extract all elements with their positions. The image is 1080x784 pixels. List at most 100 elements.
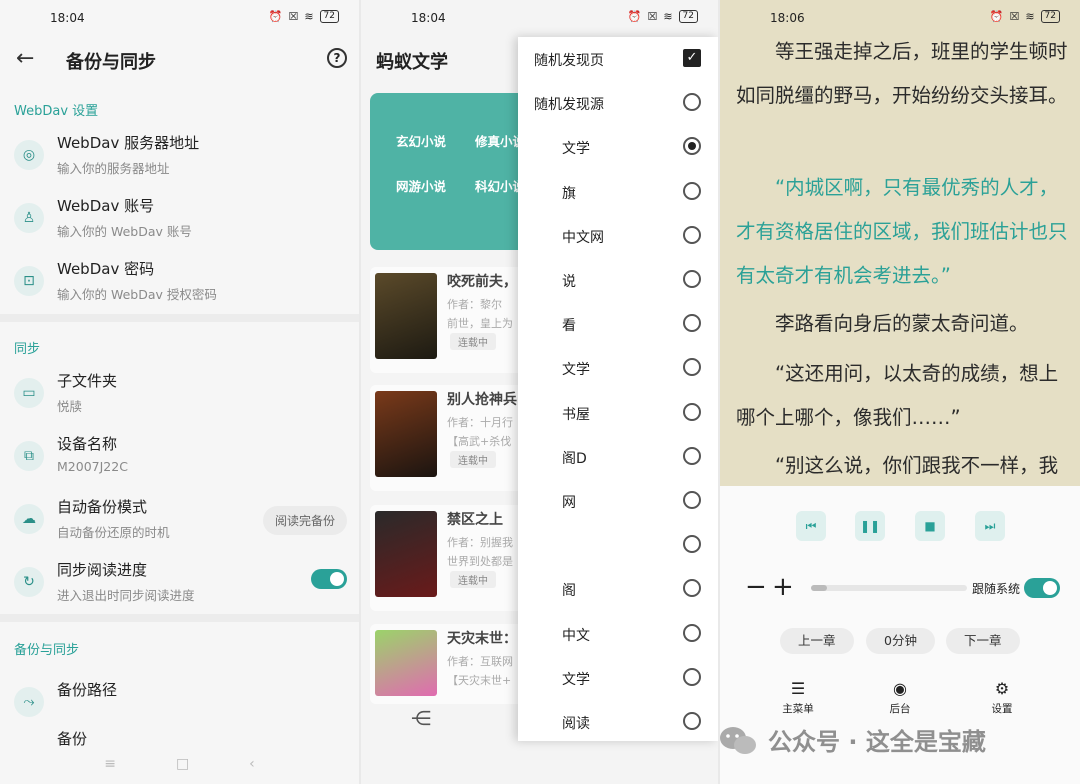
settings-button[interactable]: ⚙ 设置 — [972, 679, 1032, 716]
follow-system-label: 跟随系统 — [972, 582, 1021, 596]
book-item[interactable]: 别人抢神兵 作者：十月行 【高武+杀伐 连载中 — [370, 385, 530, 491]
auto-backup-mode-button[interactable]: 阅读完备份 — [262, 506, 347, 535]
radio-icon[interactable] — [683, 314, 701, 333]
section-backup-header: 备份与同步 — [14, 643, 80, 658]
reader-page[interactable]: 18:06 ⏰ ☒ ≋ 72 等王强走掉之后，班里的学生顿时如同脱缰的野马，开始… — [720, 0, 1080, 486]
menu-item-label: 阁 — [562, 583, 576, 600]
category-link[interactable]: 网游小说 — [396, 176, 446, 195]
pause-icon[interactable]: ❚❚ — [855, 511, 885, 541]
radio-icon[interactable] — [683, 491, 701, 509]
speed-slider[interactable] — [811, 585, 967, 591]
help-icon[interactable]: ? — [327, 48, 347, 68]
menu-item-label: 随机发现源 — [534, 97, 604, 114]
menu-item-label: 中文网 — [562, 229, 604, 246]
radio-icon[interactable] — [683, 667, 701, 686]
book-item[interactable]: 天灾末世： 作者：互联网 【天灾末世+ — [370, 624, 530, 704]
app-bar: ← 备份与同步 ? — [0, 40, 359, 80]
menu-item[interactable]: 看 — [518, 302, 718, 346]
menu-item[interactable]: 旗 — [518, 170, 718, 214]
row-subtitle: 自动备份还原的时机 — [57, 525, 170, 540]
menu-item[interactable]: 文学 — [518, 346, 718, 390]
sim-icon: ☒ — [647, 10, 658, 23]
row-subtitle: 输入你的 WebDav 授权密码 — [57, 287, 217, 302]
sim-icon: ☒ — [288, 10, 299, 23]
battery-icon: 72 — [678, 10, 698, 23]
menu-item[interactable]: 网 — [518, 479, 718, 523]
row-subtitle: 悦牍 — [57, 399, 83, 414]
stop-icon[interactable]: ■ — [915, 511, 945, 541]
menu-item[interactable]: 阁D — [518, 435, 718, 479]
watermark-text: 公众号 · 这全是宝藏 — [768, 728, 986, 756]
back-arrow-icon[interactable]: ← — [16, 46, 34, 71]
wifi-icon: ≋ — [304, 10, 314, 23]
menu-item[interactable]: 文学 — [518, 125, 718, 169]
device-name-row[interactable]: ⧉ 设备名称 M2007J22C — [0, 429, 359, 489]
menu-item[interactable]: 阅读 — [518, 700, 718, 744]
checkbox-icon[interactable]: ✓ — [683, 49, 701, 67]
radio-icon[interactable] — [683, 535, 701, 554]
book-item[interactable]: 禁区之上 作者：别握我 世界到处都是 连载中 — [370, 505, 530, 611]
menu-item[interactable]: 随机发现源 — [518, 81, 718, 125]
webdav-account-row[interactable]: ♙ WebDav 账号 输入你的 WebDav 账号 — [0, 191, 359, 251]
menu-item[interactable] — [518, 523, 718, 567]
row-subtitle: M2007J22C — [57, 459, 128, 474]
menu-item[interactable]: 阁 — [518, 567, 718, 611]
radio-icon[interactable] — [683, 712, 701, 730]
main-menu-button[interactable]: ☰ 主菜单 — [768, 679, 828, 716]
user-icon: ♙ — [14, 203, 44, 233]
radio-icon[interactable] — [683, 137, 701, 156]
previous-icon[interactable]: ⏮ — [796, 511, 826, 541]
home-nav-icon[interactable]: □ — [176, 756, 189, 772]
auto-backup-row[interactable]: ☁ 自动备份模式 自动备份还原的时机 阅读完备份 — [0, 492, 359, 552]
paragraph: “这还用问，以太奇的成绩，想上哪个上哪个，像我们……” — [736, 362, 1059, 429]
timer-button[interactable]: 0分钟 — [866, 628, 935, 654]
radio-icon[interactable] — [683, 446, 701, 465]
back-nav-icon[interactable]: ‹ — [249, 756, 255, 772]
status-time: 18:06 — [770, 11, 805, 25]
menu-item[interactable]: 书屋 — [518, 391, 718, 435]
source-switch-icon[interactable]: ⋲ — [411, 706, 431, 730]
book-item[interactable]: 咬死前夫， 作者：黎尔 前世，皇上为 连载中 — [370, 267, 530, 373]
row-title: 自动备份模式 — [57, 498, 148, 516]
next-icon[interactable]: ⏭ — [975, 511, 1005, 541]
menu-item[interactable]: 中文 — [518, 612, 718, 656]
row-subtitle: 输入你的服务器地址 — [57, 161, 170, 176]
paragraph: 李路看向身后的蒙太奇问道。 — [775, 312, 1029, 335]
next-chapter-button[interactable]: 下一章 — [946, 628, 1020, 654]
follow-system-toggle[interactable] — [1024, 578, 1060, 598]
menu-item[interactable]: 文学 — [518, 656, 718, 700]
radio-icon[interactable] — [683, 358, 701, 377]
menu-item[interactable]: 随机发现页 ✓ — [518, 37, 718, 81]
webdav-server-row[interactable]: ◎ WebDav 服务器地址 输入你的服务器地址 — [0, 128, 359, 188]
sync-progress-toggle[interactable] — [311, 569, 347, 589]
radio-icon[interactable] — [683, 402, 701, 421]
menu-item-label: 随机发现页 — [534, 53, 604, 69]
webdav-password-row[interactable]: ⊡ WebDav 密码 输入你的 WebDav 授权密码 — [0, 254, 359, 314]
sync-progress-row[interactable]: ↻ 同步阅读进度 进入退出时同步阅读进度 — [0, 555, 359, 615]
plus-icon[interactable]: + — [772, 572, 794, 602]
category-link[interactable]: 玄幻小说 — [396, 131, 446, 150]
radio-icon[interactable] — [683, 623, 701, 642]
background-button[interactable]: ◉ 后台 — [870, 679, 930, 716]
status-badge: 连载中 — [450, 571, 496, 588]
menu-nav-icon[interactable]: ≡ — [104, 756, 116, 772]
status-badge: 连载中 — [450, 451, 496, 468]
app-title: 蚂蚁文学 — [376, 52, 448, 73]
radio-icon[interactable] — [683, 181, 701, 200]
menu-item-label: 书屋 — [562, 406, 590, 423]
minus-icon[interactable]: − — [745, 572, 767, 602]
subfolder-row[interactable]: ▭ 子文件夹 悦牍 — [0, 366, 359, 426]
menu-item[interactable]: 说 — [518, 258, 718, 302]
section-sync-header: 同步 — [14, 342, 41, 357]
radio-icon[interactable] — [683, 579, 701, 598]
radio-icon[interactable] — [683, 225, 701, 244]
discover-screen: 18:04 ⏰ ☒ ≋ 72 蚂蚁文学 玄幻小说 修真小说 网游小说 科幻小说 … — [361, 0, 718, 784]
reader-screen: 18:06 ⏰ ☒ ≋ 72 等王强走掉之后，班里的学生顿时如同脱缰的野马，开始… — [720, 0, 1080, 784]
row-title: 同步阅读进度 — [57, 561, 148, 579]
prev-chapter-button[interactable]: 上一章 — [780, 628, 854, 654]
menu-item[interactable]: 中文网 — [518, 214, 718, 258]
radio-icon[interactable] — [683, 93, 701, 112]
alarm-off-icon: ⏰ — [268, 10, 283, 23]
radio-icon[interactable] — [683, 270, 701, 288]
wifi-icon: ≋ — [663, 10, 673, 23]
